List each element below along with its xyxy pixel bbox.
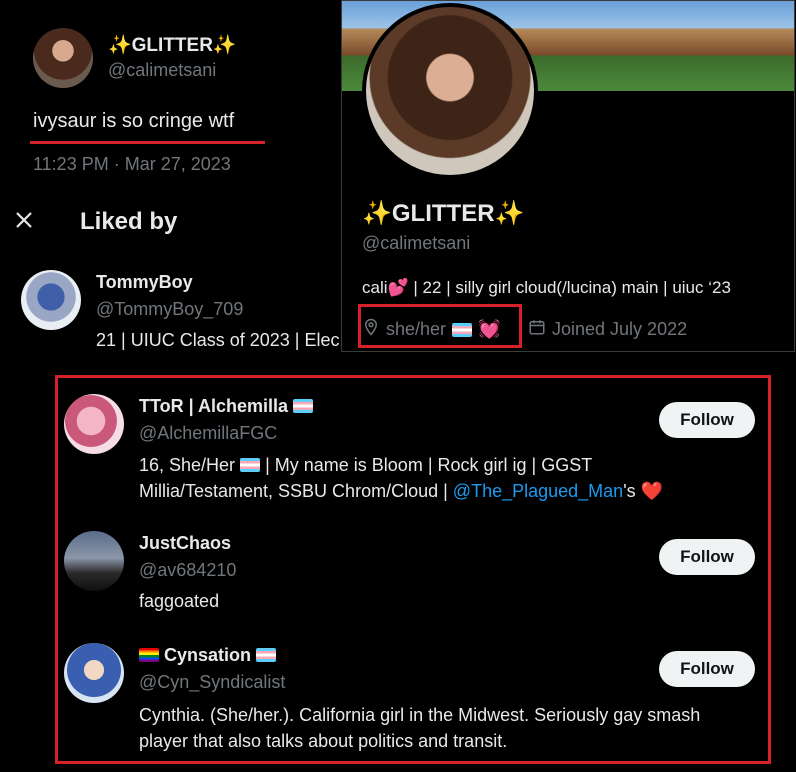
user-bio-text: 16, She/Her <box>139 455 236 475</box>
calendar-icon <box>528 318 546 341</box>
user-bio-text: 's <box>623 481 636 501</box>
close-icon[interactable] <box>12 208 36 232</box>
profile-joined-text: Joined July 2022 <box>552 319 688 339</box>
user-handle[interactable]: @av684210 <box>139 560 236 581</box>
location-highlight-box <box>358 304 522 348</box>
rainbow-flag-icon <box>139 648 159 662</box>
user-bio-line: Millia/Testament, SSBU Chrom/Cloud | @Th… <box>139 478 739 504</box>
user-name-text: Cynsation <box>164 645 252 665</box>
user-handle[interactable]: @TommyBoy_709 <box>96 299 243 320</box>
user-bio: 21 | UIUC Class of 2023 | Elec <box>96 330 340 350</box>
follow-button[interactable]: Follow <box>659 539 755 575</box>
liked-by-title: Liked by <box>80 208 178 235</box>
follow-button[interactable]: Follow <box>659 402 755 438</box>
mention-link[interactable]: @The_Plagued_Man <box>453 481 623 501</box>
user-name[interactable]: Cynsation <box>139 645 277 666</box>
user-name[interactable]: TommyBoy <box>96 272 193 293</box>
user-bio-line: 16, She/Her | My name is Bloom | Rock gi… <box>139 452 739 478</box>
profile-bio: cali💕 | 22 | silly girl cloud(/lucina) m… <box>362 278 731 298</box>
tweet-author-avatar[interactable] <box>33 28 93 88</box>
trans-flag-icon <box>256 648 277 662</box>
user-bio-text: Millia/Testament, SSBU Chrom/Cloud | <box>139 481 448 501</box>
profile-bio-rest: | 22 | silly girl cloud(/lucina) main | … <box>413 278 731 297</box>
user-avatar[interactable] <box>64 643 124 703</box>
user-bio: Cynthia. (She/her.). California girl in … <box>139 705 701 751</box>
user-avatar[interactable] <box>64 394 124 454</box>
follow-button[interactable]: Follow <box>659 651 755 687</box>
user-name[interactable]: JustChaos <box>139 533 231 554</box>
red-heart-icon: ❤️ <box>640 481 664 501</box>
user-bio: faggoated <box>139 591 220 611</box>
tweet-author-name[interactable]: ✨GLITTER✨ <box>108 33 237 57</box>
user-bio: 16, She/Her | My name is Bloom | Rock gi… <box>139 452 739 504</box>
user-handle[interactable]: @AlchemillaFGC <box>139 423 277 444</box>
profile-display-name[interactable]: ✨GLITTER✨ <box>362 199 524 228</box>
tweet-text: ivysaur is so cringe wtf <box>33 110 235 132</box>
tweet-timestamp[interactable]: 11:23 PM · Mar 27, 2023 <box>33 154 231 175</box>
user-name[interactable]: TToR | Alchemilla <box>139 396 314 417</box>
user-bio-text: | My name is Bloom | Rock girl ig | GGST <box>265 455 593 475</box>
user-avatar[interactable] <box>64 531 124 591</box>
profile-avatar[interactable] <box>362 3 538 179</box>
user-handle[interactable]: @Cyn_Syndicalist <box>139 672 285 693</box>
profile-hover-card: ✨GLITTER✨ @calimetsani cali💕 | 22 | sill… <box>341 0 795 352</box>
heart-emoji-icon: 💕 <box>387 278 409 297</box>
trans-flag-icon <box>293 399 314 413</box>
profile-joined: Joined July 2022 <box>528 318 687 341</box>
profile-bio-start: cali <box>362 278 388 297</box>
user-name-text: TToR | Alchemilla <box>139 396 289 416</box>
tweet-author-handle[interactable]: @calimetsani <box>108 60 216 81</box>
trans-flag-icon <box>240 458 261 472</box>
user-avatar[interactable] <box>21 270 81 330</box>
profile-handle[interactable]: @calimetsani <box>362 233 470 254</box>
tweet-text-underline <box>30 141 265 144</box>
